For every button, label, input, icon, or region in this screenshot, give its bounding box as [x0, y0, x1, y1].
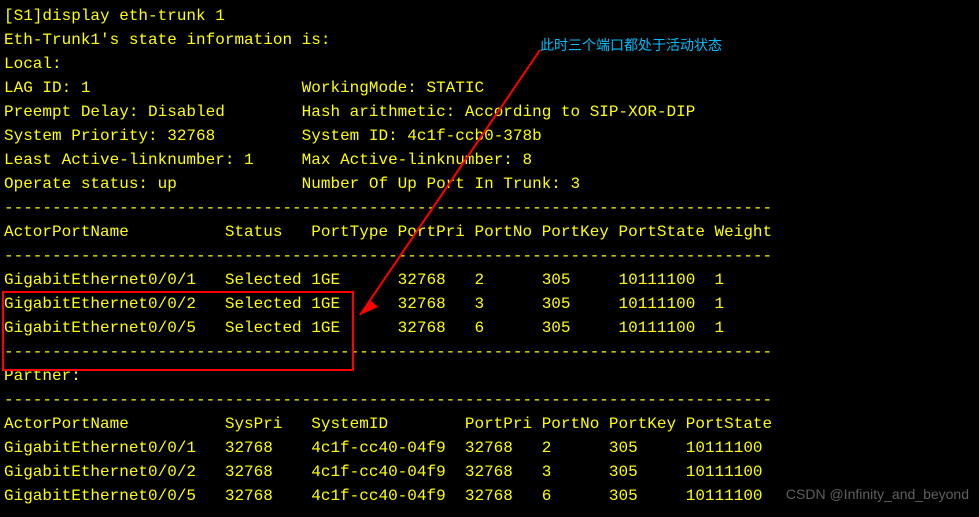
actor-row-2: GigabitEthernet0/0/2 Selected 1GE 32768 …: [4, 292, 975, 316]
local-label: Local:: [4, 52, 975, 76]
info-row-1: LAG ID: 1 WorkingMode: STATIC: [4, 76, 975, 100]
info-row-5: Operate status: up Number Of Up Port In …: [4, 172, 975, 196]
up-ports: Number Of Up Port In Trunk: 3: [302, 175, 580, 193]
divider-3: ----------------------------------------…: [4, 340, 975, 364]
working-mode: WorkingMode: STATIC: [302, 79, 484, 97]
info-row-4: Least Active-linknumber: 1 Max Active-li…: [4, 148, 975, 172]
annotation-text: 此时三个端口都处于活动状态: [540, 35, 722, 56]
partner-headers: ActorPortName SysPri SystemID PortPri Po…: [4, 412, 975, 436]
preempt-delay: Preempt Delay: Disabled: [4, 103, 225, 121]
system-id: System ID: 4c1f-ccb0-378b: [302, 127, 542, 145]
divider-2: ----------------------------------------…: [4, 244, 975, 268]
info-row-2: Preempt Delay: Disabled Hash arithmetic:…: [4, 100, 975, 124]
partner-row-2: GigabitEthernet0/0/2 32768 4c1f-cc40-04f…: [4, 460, 975, 484]
max-active: Max Active-linknumber: 8: [302, 151, 532, 169]
operate-status: Operate status: up: [4, 175, 177, 193]
divider-4: ----------------------------------------…: [4, 388, 975, 412]
watermark: CSDN @Infinity_and_beyond: [786, 484, 969, 505]
system-priority: System Priority: 32768: [4, 127, 215, 145]
lag-id: LAG ID: 1: [4, 79, 90, 97]
actor-row-1: GigabitEthernet0/0/1 Selected 1GE 32768 …: [4, 268, 975, 292]
partner-label: Partner:: [4, 364, 975, 388]
divider-1: ----------------------------------------…: [4, 196, 975, 220]
hash-arithmetic: Hash arithmetic: According to SIP-XOR-DI…: [302, 103, 696, 121]
actor-headers: ActorPortName Status PortType PortPri Po…: [4, 220, 975, 244]
command-line: [S1]display eth-trunk 1: [4, 4, 975, 28]
partner-row-1: GigabitEthernet0/0/1 32768 4c1f-cc40-04f…: [4, 436, 975, 460]
actor-row-3: GigabitEthernet0/0/5 Selected 1GE 32768 …: [4, 316, 975, 340]
info-row-3: System Priority: 32768 System ID: 4c1f-c…: [4, 124, 975, 148]
state-header: Eth-Trunk1's state information is:: [4, 28, 975, 52]
least-active: Least Active-linknumber: 1: [4, 151, 254, 169]
